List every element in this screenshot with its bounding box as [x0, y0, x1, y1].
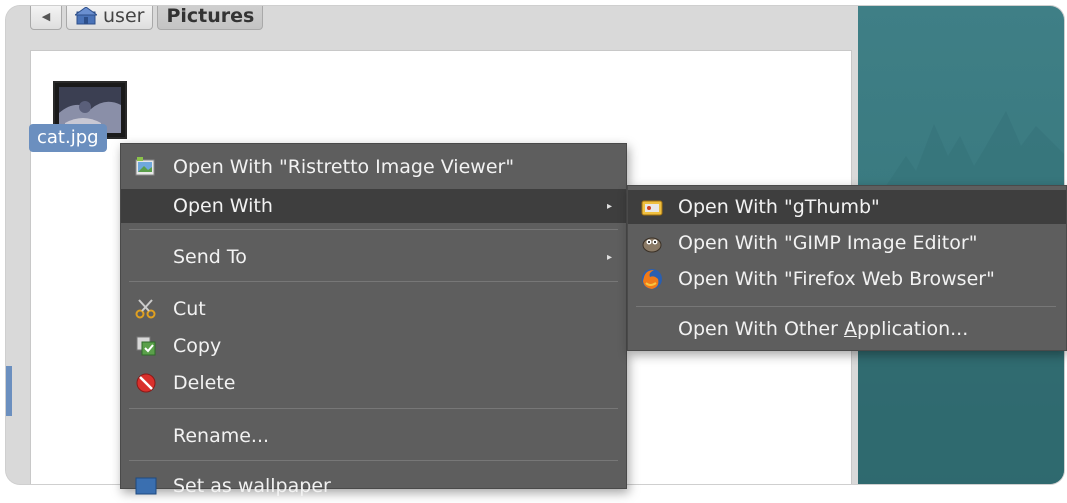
- menu-item-open-with[interactable]: Open With ▸: [121, 189, 626, 223]
- submenu-item-label: Open With "Firefox Web Browser": [678, 268, 995, 290]
- menu-item-label: Send To: [173, 246, 247, 268]
- label-prefix: Open With Other: [678, 318, 844, 340]
- path-button-user[interactable]: user: [66, 6, 154, 30]
- wallpaper-icon: [135, 475, 157, 497]
- submenu-item-label: Open With Other Application...: [678, 318, 968, 340]
- mnemonic-letter: A: [843, 318, 857, 340]
- scissors-icon: [135, 298, 157, 320]
- menu-item-copy[interactable]: Copy: [121, 329, 626, 363]
- image-viewer-icon: [135, 156, 157, 178]
- menu-item-cut[interactable]: Cut: [121, 292, 626, 326]
- submenu-item-other-application[interactable]: Open With Other Application...: [628, 312, 1066, 346]
- gthumb-icon: [640, 195, 664, 219]
- path-button-user-label: user: [103, 6, 145, 27]
- path-bar: ◀ user Pictures: [30, 6, 264, 36]
- firefox-icon: [640, 267, 664, 291]
- submenu-arrow-icon: ▸: [606, 200, 612, 212]
- copy-icon: [135, 335, 157, 357]
- context-menu: Open With "Ristretto Image Viewer" Open …: [120, 143, 627, 497]
- back-button[interactable]: ◀: [30, 6, 62, 30]
- gimp-icon: [640, 231, 664, 255]
- submenu-item-gthumb[interactable]: Open With "gThumb": [628, 190, 1066, 224]
- submenu-item-firefox[interactable]: Open With "Firefox Web Browser": [628, 262, 1066, 296]
- menu-item-open-ristretto[interactable]: Open With "Ristretto Image Viewer": [121, 150, 626, 184]
- menu-item-delete[interactable]: Delete: [121, 366, 626, 400]
- menu-item-set-wallpaper[interactable]: Set as wallpaper: [121, 469, 626, 503]
- open-with-submenu: Open With "gThumb" Open With "GIMP Image…: [627, 185, 1067, 351]
- menu-item-label: Open With: [173, 195, 273, 217]
- submenu-arrow-icon: ▸: [606, 251, 612, 263]
- menu-item-send-to[interactable]: Send To ▸: [121, 240, 626, 274]
- path-button-pictures-label: Pictures: [166, 6, 255, 27]
- delete-icon: [135, 372, 157, 394]
- menu-separator: [636, 306, 1056, 307]
- home-folder-icon: [73, 6, 99, 25]
- path-button-pictures[interactable]: Pictures: [157, 6, 264, 30]
- menu-separator: [129, 281, 618, 282]
- menu-item-label: Set as wallpaper: [173, 475, 331, 497]
- menu-separator: [129, 229, 618, 230]
- menu-item-label: Delete: [173, 372, 236, 394]
- submenu-item-label: Open With "gThumb": [678, 196, 880, 218]
- menu-item-label: Copy: [173, 335, 222, 357]
- menu-separator: [129, 460, 618, 461]
- menu-item-label: Open With "Ristretto Image Viewer": [173, 156, 515, 178]
- menu-item-label: Rename...: [173, 425, 270, 447]
- label-suffix: pplication...: [856, 318, 969, 340]
- menu-item-rename[interactable]: Rename...: [121, 419, 626, 453]
- menu-separator: [129, 408, 618, 409]
- submenu-item-gimp[interactable]: Open With "GIMP Image Editor": [628, 226, 1066, 260]
- file-name-label[interactable]: cat.jpg: [29, 124, 107, 152]
- back-arrow-icon: ◀: [41, 9, 51, 23]
- sidebar-edge: [6, 366, 12, 416]
- submenu-item-label: Open With "GIMP Image Editor": [678, 232, 978, 254]
- menu-item-label: Cut: [173, 298, 206, 320]
